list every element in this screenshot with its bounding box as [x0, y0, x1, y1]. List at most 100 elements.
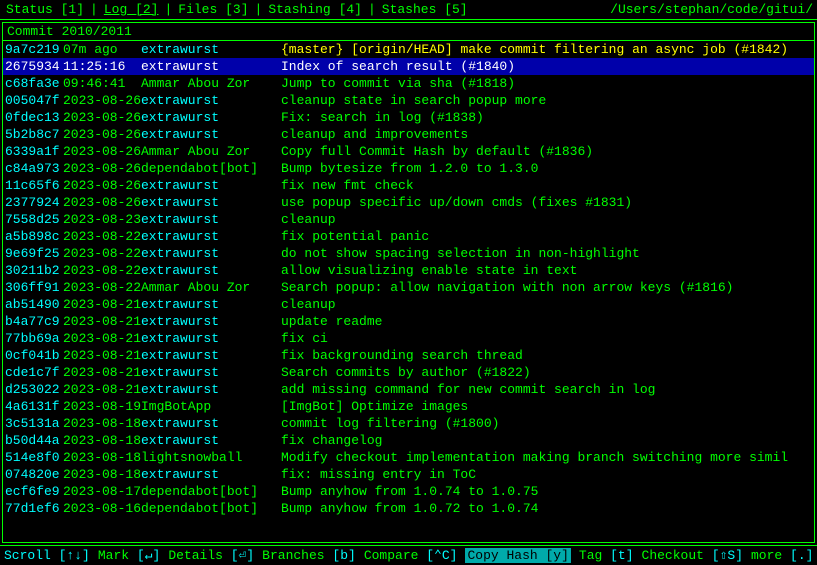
commit-author: extrawurst: [141, 331, 281, 346]
nav-stashing[interactable]: Stashing [4]: [266, 2, 364, 17]
commit-row[interactable]: 0fdec132023-08-26extrawurstFix: search i…: [3, 109, 814, 126]
commit-message: allow visualizing enable state in text: [281, 263, 812, 278]
commit-time: 2023-08-21: [63, 314, 141, 329]
commit-hash: 0fdec13: [5, 110, 63, 125]
branches-control[interactable]: Branches [b]: [262, 548, 356, 563]
commit-row[interactable]: b4a77c92023-08-21extrawurstupdate readme: [3, 313, 814, 330]
commit-row[interactable]: d2530222023-08-21extrawurstadd missing c…: [3, 381, 814, 398]
commit-time: 2023-08-21: [63, 297, 141, 312]
commit-row[interactable]: 23779242023-08-26extrawurstuse popup spe…: [3, 194, 814, 211]
commit-hash: ecf6fe9: [5, 484, 63, 499]
details-control[interactable]: Details [⏎]: [168, 548, 254, 563]
commit-message: Jump to commit via sha (#1818): [281, 76, 812, 91]
commit-row[interactable]: 0cf041b2023-08-21extrawurstfix backgroun…: [3, 347, 814, 364]
nav-status[interactable]: Status [1]: [4, 2, 86, 17]
commit-time: 07m ago: [63, 42, 141, 57]
nav-files[interactable]: Files [3]: [176, 2, 250, 17]
more-control[interactable]: more [.]: [751, 548, 813, 563]
commit-row[interactable]: cde1c7f2023-08-21extrawurstSearch commit…: [3, 364, 814, 381]
commit-row[interactable]: 5b2b8c72023-08-26extrawurstcleanup and i…: [3, 126, 814, 143]
commit-time: 2023-08-16: [63, 501, 141, 516]
commit-row[interactable]: ecf6fe92023-08-17dependabot[bot]Bump any…: [3, 483, 814, 500]
commit-time: 2023-08-26: [63, 178, 141, 193]
commit-hash: cde1c7f: [5, 365, 63, 380]
commit-time: 2023-08-26: [63, 144, 141, 159]
commit-row[interactable]: ab514902023-08-21extrawurstcleanup: [3, 296, 814, 313]
commit-hash: ab51490: [5, 297, 63, 312]
nav-log[interactable]: Log [2]: [102, 2, 161, 17]
commit-row[interactable]: 9e69f252023-08-22extrawurstdo not show s…: [3, 245, 814, 262]
commit-time: 2023-08-22: [63, 229, 141, 244]
commit-author: dependabot[bot]: [141, 484, 281, 499]
commit-author: extrawurst: [141, 127, 281, 142]
commit-message: commit log filtering (#1800): [281, 416, 812, 431]
commit-author: extrawurst: [141, 382, 281, 397]
scroll-control[interactable]: Scroll [↑↓]: [4, 548, 90, 563]
commit-row[interactable]: 267593411:25:16extrawurstIndex of search…: [3, 58, 814, 75]
commit-time: 2023-08-17: [63, 484, 141, 499]
commit-message: Bump bytesize from 1.2.0 to 1.3.0: [281, 161, 812, 176]
commit-hash: 5b2b8c7: [5, 127, 63, 142]
commit-row[interactable]: 005047f2023-08-26extrawurstcleanup state…: [3, 92, 814, 109]
commit-hash: 2675934: [5, 59, 63, 74]
commit-row[interactable]: 9a7c21907m agoextrawurst{master} [origin…: [3, 41, 814, 58]
commit-author: extrawurst: [141, 416, 281, 431]
commit-author: Ammar Abou Zor: [141, 280, 281, 295]
commit-hash: d253022: [5, 382, 63, 397]
commit-row[interactable]: 514e8f02023-08-18lightsnowballModify che…: [3, 449, 814, 466]
commit-message: update readme: [281, 314, 812, 329]
commit-row[interactable]: 77bb69a2023-08-21extrawurstfix ci: [3, 330, 814, 347]
commit-time: 2023-08-21: [63, 348, 141, 363]
nav-path: /Users/stephan/code/gitui/: [610, 2, 813, 17]
commit-list[interactable]: 9a7c21907m agoextrawurst{master} [origin…: [3, 41, 814, 542]
commit-author: Ammar Abou Zor: [141, 76, 281, 91]
commit-row[interactable]: 074820e2023-08-18extrawurstfix: missing …: [3, 466, 814, 483]
commit-author: extrawurst: [141, 93, 281, 108]
commit-row[interactable]: b50d44a2023-08-18extrawurstfix changelog: [3, 432, 814, 449]
commit-message: {master} [origin/HEAD] make commit filte…: [281, 42, 812, 57]
commit-author: extrawurst: [141, 195, 281, 210]
commit-author: extrawurst: [141, 297, 281, 312]
commit-row[interactable]: c68fa3e09:46:41Ammar Abou ZorJump to com…: [3, 75, 814, 92]
commit-time: 2023-08-21: [63, 365, 141, 380]
commit-time: 2023-08-18: [63, 433, 141, 448]
commit-hash: 9e69f25: [5, 246, 63, 261]
commit-row[interactable]: 6339a1f2023-08-26Ammar Abou ZorCopy full…: [3, 143, 814, 160]
commit-author: extrawurst: [141, 42, 281, 57]
compare-control[interactable]: Compare [⌃C]: [364, 548, 458, 563]
commit-hash: 7558d25: [5, 212, 63, 227]
mark-control[interactable]: Mark [↵]: [98, 548, 160, 563]
commit-message: cleanup: [281, 297, 812, 312]
commit-author: extrawurst: [141, 246, 281, 261]
commit-time: 2023-08-26: [63, 93, 141, 108]
commit-author: ImgBotApp: [141, 399, 281, 414]
commit-message: fix changelog: [281, 433, 812, 448]
commit-message: Bump anyhow from 1.0.74 to 1.0.75: [281, 484, 812, 499]
commit-message: Fix: search in log (#1838): [281, 110, 812, 125]
commit-author: extrawurst: [141, 467, 281, 482]
commit-time: 2023-08-26: [63, 127, 141, 142]
commit-row[interactable]: 11c65f62023-08-26extrawurstfix new fmt c…: [3, 177, 814, 194]
commit-time: 09:46:41: [63, 76, 141, 91]
commit-message: Search popup: allow navigation with non …: [281, 280, 812, 295]
copy-hash-control[interactable]: Copy Hash [y]: [465, 548, 570, 563]
commit-row[interactable]: a5b898c2023-08-22extrawurstfix potential…: [3, 228, 814, 245]
commit-time: 2023-08-18: [63, 450, 141, 465]
nav-stashes[interactable]: Stashes [5]: [380, 2, 470, 17]
commit-time: 2023-08-19: [63, 399, 141, 414]
commit-time: 2023-08-21: [63, 382, 141, 397]
commit-message: fix: missing entry in ToC: [281, 467, 812, 482]
checkout-control[interactable]: Checkout [⇧S]: [642, 548, 743, 563]
commit-row[interactable]: 77d1ef62023-08-16dependabot[bot]Bump any…: [3, 500, 814, 517]
commit-row[interactable]: 7558d252023-08-23extrawurstcleanup: [3, 211, 814, 228]
commit-row[interactable]: 3c5131a2023-08-18extrawurstcommit log fi…: [3, 415, 814, 432]
commit-row[interactable]: c84a9732023-08-26dependabot[bot]Bump byt…: [3, 160, 814, 177]
commit-author: extrawurst: [141, 212, 281, 227]
commit-row[interactable]: 4a6131f2023-08-19ImgBotApp[ImgBot] Optim…: [3, 398, 814, 415]
commit-row[interactable]: 30211b22023-08-22extrawurstallow visuali…: [3, 262, 814, 279]
commit-message: cleanup and improvements: [281, 127, 812, 142]
commit-row[interactable]: 306ff912023-08-22Ammar Abou ZorSearch po…: [3, 279, 814, 296]
commit-author: Ammar Abou Zor: [141, 144, 281, 159]
commit-hash: 11c65f6: [5, 178, 63, 193]
tag-control[interactable]: Tag [t]: [579, 548, 634, 563]
